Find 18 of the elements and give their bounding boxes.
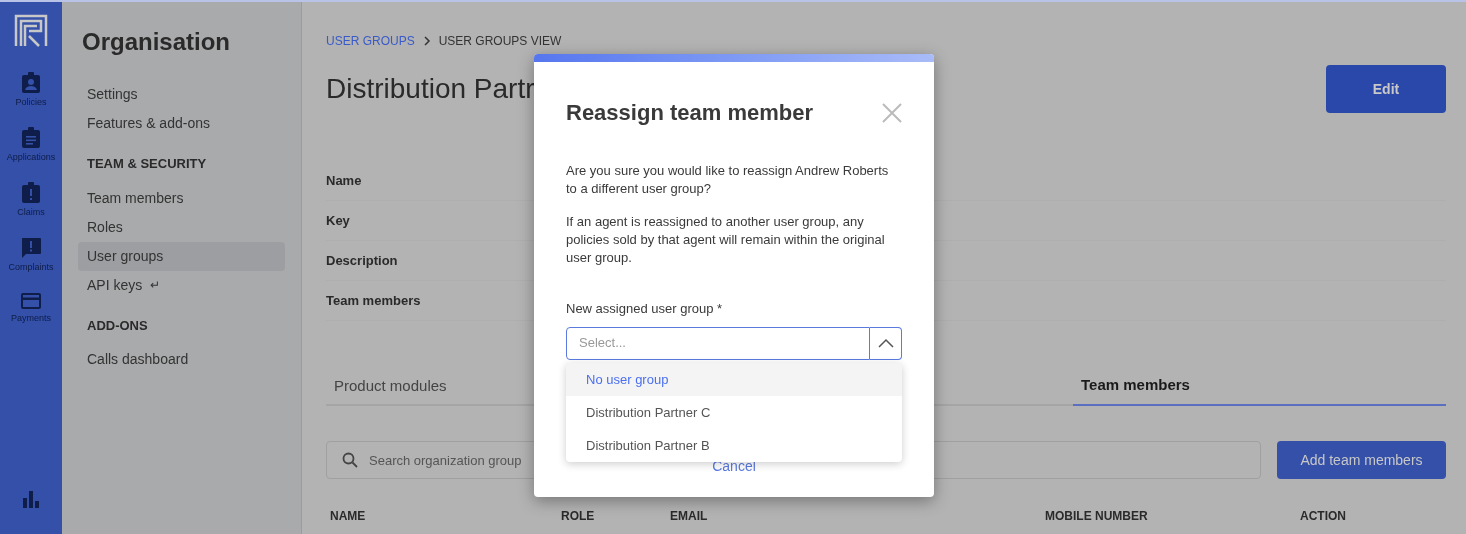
modal-text: If an agent is reassigned to another user group, any policies sold by that agent will remain within the original user group. bbox=[566, 213, 886, 267]
detail-label: Team members bbox=[326, 291, 421, 310]
modal-title: Reassign team member bbox=[566, 99, 813, 127]
modal-text: Are you sure you would like to reassign Andrew Roberts to a different user group? bbox=[566, 162, 890, 198]
column-header: NAME bbox=[329, 508, 367, 525]
detail-label: Name bbox=[326, 171, 362, 190]
column-header: ACTION bbox=[1300, 508, 1346, 525]
detail-label: Key bbox=[326, 211, 350, 230]
column-header: ROLE bbox=[561, 508, 596, 525]
detail-label: Description bbox=[326, 251, 398, 270]
section-heading: TEAM & SECURITY bbox=[86, 155, 208, 173]
page-title: Distribution Partr bbox=[326, 72, 535, 106]
sidebar-title: Organisation bbox=[81, 27, 232, 57]
column-header: EMAIL bbox=[670, 508, 709, 525]
section-heading: ADD-ONS bbox=[86, 316, 149, 335]
column-header: MOBILE NUMBER bbox=[1045, 508, 1149, 525]
breadcrumb-current: USER GROUPS VIEW bbox=[438, 33, 562, 50]
field-label: New assigned user group * bbox=[566, 300, 724, 318]
